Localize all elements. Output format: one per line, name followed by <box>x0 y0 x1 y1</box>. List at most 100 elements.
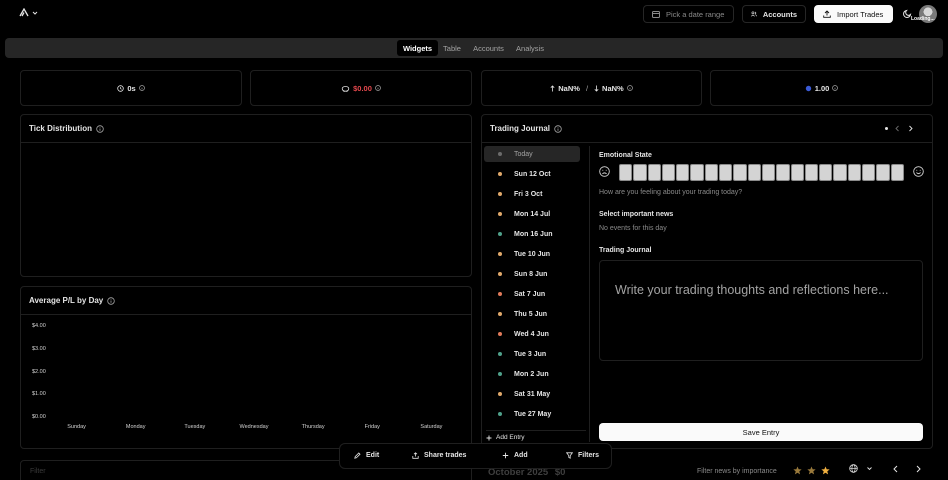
language-selector[interactable] <box>849 464 873 473</box>
accounts-label: Accounts <box>762 9 797 19</box>
emotional-scale-step[interactable] <box>890 164 904 181</box>
emotional-scale-step[interactable] <box>704 164 719 181</box>
emotional-scale-step[interactable] <box>619 164 633 181</box>
journal-date-item[interactable]: Wed 4 Jun <box>484 326 580 342</box>
emotional-state-scale <box>619 164 904 181</box>
share-trades-button[interactable]: Share trades <box>412 452 466 459</box>
emotional-scale-step[interactable] <box>819 164 833 181</box>
y-tick-label: $3.00 <box>32 345 46 352</box>
tick-distribution-card: Tick Distribution <box>20 114 472 277</box>
journal-textarea[interactable]: Write your trading thoughts and reflecti… <box>599 260 923 361</box>
chevron-left-icon[interactable] <box>894 125 901 132</box>
emotional-scale-step[interactable] <box>661 164 676 181</box>
info-icon[interactable] <box>375 85 381 91</box>
date-range-picker[interactable]: Pick a date range <box>643 5 734 23</box>
tab-table[interactable]: Table <box>441 40 463 56</box>
x-tick-label: Thursday <box>301 424 325 430</box>
journal-date-item[interactable]: Sat 31 May <box>484 386 580 402</box>
app-logo[interactable] <box>19 8 38 17</box>
emotional-scale-step[interactable] <box>790 164 804 181</box>
info-icon[interactable] <box>832 85 839 91</box>
add-entry-button[interactable]: Add Entry <box>486 430 586 441</box>
journal-date-item[interactable]: Mon 2 Jun <box>484 366 580 382</box>
journal-date-item[interactable]: Tue 27 May <box>484 406 580 422</box>
tick-distribution-title: Tick Distribution <box>29 124 92 133</box>
journal-date-item[interactable]: Tue 3 Jun <box>484 346 580 362</box>
journal-date-label: Tue 27 May <box>514 410 552 418</box>
emotional-scale-step[interactable] <box>804 164 819 181</box>
status-dot <box>498 412 502 416</box>
share-icon <box>412 452 419 459</box>
long-short-card: NaN% / NaN% <box>481 70 702 106</box>
short-percent: NaN% <box>602 83 624 93</box>
next-month-button[interactable] <box>913 464 923 474</box>
prev-month-button[interactable] <box>891 464 901 474</box>
save-entry-button[interactable]: Save Entry <box>599 423 923 441</box>
journal-date-item[interactable]: Today <box>484 146 580 162</box>
avg-time-value: 0s <box>127 83 136 93</box>
star-icon[interactable] <box>807 466 816 475</box>
long-short-separator: / <box>585 83 589 93</box>
bottom-left-title: Filter <box>30 468 46 475</box>
info-icon[interactable] <box>107 296 115 305</box>
status-dot <box>498 212 502 216</box>
emotional-scale-step[interactable] <box>747 164 761 181</box>
journal-date-label: Sat 7 Jun <box>514 290 546 298</box>
sad-face-icon <box>599 166 610 177</box>
emotional-scale-step[interactable] <box>719 164 733 181</box>
emotional-scale-step[interactable] <box>776 164 790 181</box>
journal-date-item[interactable]: Sun 12 Oct <box>484 166 580 182</box>
logo-icon <box>19 8 29 17</box>
tab-analysis[interactable]: Analysis <box>513 40 547 56</box>
info-icon[interactable] <box>626 85 633 91</box>
emotional-scale-step[interactable] <box>676 164 690 181</box>
x-tick-label: Sunday <box>67 424 86 430</box>
import-trades-button[interactable]: Import Trades <box>814 5 893 23</box>
news-importance-stars <box>793 466 830 475</box>
journal-date-label: Sun 8 Jun <box>514 270 548 278</box>
star-icon[interactable] <box>821 466 830 475</box>
emotional-scale-step[interactable] <box>862 164 876 181</box>
status-dot <box>498 192 502 196</box>
journal-date-item[interactable]: Thu 5 Jun <box>484 306 580 322</box>
status-dot <box>498 332 502 336</box>
journal-date-item[interactable]: Mon 14 Jul <box>484 206 580 222</box>
info-icon[interactable] <box>138 85 145 91</box>
emotional-scale-step[interactable] <box>733 164 747 181</box>
x-tick-label: Tuesday <box>184 424 206 430</box>
divider <box>21 314 471 315</box>
journal-date-item[interactable]: Fri 3 Oct <box>484 186 580 202</box>
journal-date-label: Sat 31 May <box>514 390 551 398</box>
journal-date-label: Mon 16 Jun <box>514 230 553 238</box>
tab-accounts[interactable]: Accounts <box>472 40 505 56</box>
info-icon[interactable] <box>554 124 562 133</box>
y-tick-label: $2.00 <box>32 368 46 375</box>
emotional-scale-step[interactable] <box>690 164 704 181</box>
emotional-scale-step[interactable] <box>876 164 890 181</box>
filter-icon <box>566 452 573 459</box>
info-icon[interactable] <box>96 124 104 133</box>
filters-label: Filters <box>578 452 600 459</box>
emotional-scale-step[interactable] <box>647 164 661 181</box>
journal-header: Trading Journal <box>490 124 562 133</box>
accounts-button[interactable]: Accounts <box>742 5 806 23</box>
emotional-scale-step[interactable] <box>833 164 847 181</box>
edit-button[interactable]: Edit <box>354 452 379 459</box>
journal-divider <box>589 146 590 442</box>
chevron-right-icon[interactable] <box>907 125 914 132</box>
filters-button[interactable]: Filters <box>566 452 599 459</box>
journal-date-item[interactable]: Sat 7 Jun <box>484 286 580 302</box>
star-icon[interactable] <box>793 466 802 475</box>
emotional-scale-step[interactable] <box>847 164 862 181</box>
avg-time-card: 0s <box>20 70 242 106</box>
emotional-scale-step[interactable] <box>761 164 776 181</box>
journal-date-item[interactable]: Mon 16 Jun <box>484 226 580 242</box>
journal-date-item[interactable]: Sun 8 Jun <box>484 266 580 282</box>
journal-date-label: Mon 2 Jun <box>514 370 549 378</box>
status-dot <box>498 272 502 276</box>
tab-widgets[interactable]: Widgets <box>397 40 438 56</box>
emotional-scale-step[interactable] <box>633 164 647 181</box>
journal-date-item[interactable]: Tue 10 Jun <box>484 246 580 262</box>
add-button[interactable]: Add <box>502 452 528 459</box>
status-dot <box>498 372 502 376</box>
